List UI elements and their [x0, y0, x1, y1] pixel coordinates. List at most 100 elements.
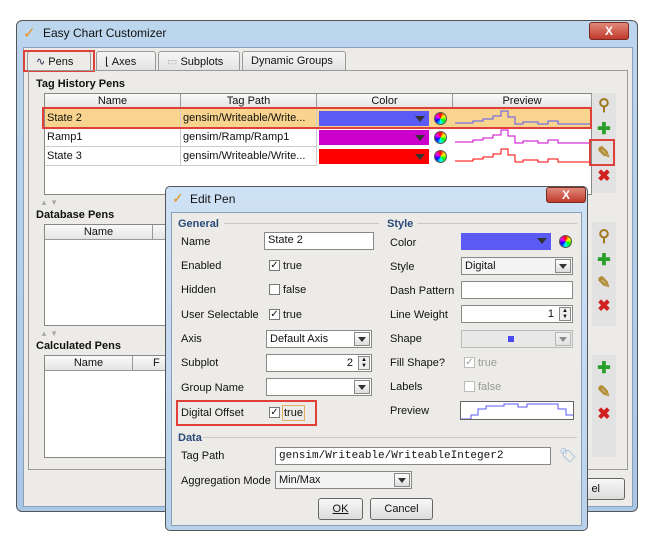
- shape-select[interactable]: [461, 330, 573, 348]
- tag-path-label: Tag Path: [181, 450, 225, 462]
- add-icon[interactable]: ✚: [594, 358, 614, 378]
- axes-icon: ⌊: [105, 56, 112, 68]
- highlight-box: [589, 139, 615, 166]
- axis-label: Axis: [181, 333, 202, 345]
- enabled-value: true: [283, 260, 302, 272]
- subplot-spinner[interactable]: 2 ▲ ▼: [266, 354, 372, 372]
- square-shape-icon: [508, 336, 514, 342]
- ok-button[interactable]: OK: [318, 498, 363, 520]
- add-icon[interactable]: ✚: [594, 250, 614, 270]
- user-selectable-label: User Selectable: [181, 309, 259, 321]
- color-wheel-icon[interactable]: [434, 150, 447, 163]
- add-icon[interactable]: ✚: [594, 119, 614, 139]
- column-header[interactable]: Name: [45, 356, 133, 371]
- calculated-pens-title: Calculated Pens: [36, 340, 121, 352]
- tag-path-input[interactable]: gensim/Writeable/WriteableInteger2: [275, 447, 551, 465]
- preview-line: [455, 148, 590, 163]
- dialog-close-button[interactable]: X: [546, 187, 586, 203]
- aggregation-mode-select[interactable]: Min/Max: [275, 471, 412, 489]
- pen-path: gensim/Writeable/Write...: [181, 147, 317, 166]
- name-label: Name: [181, 236, 211, 248]
- search-icon[interactable]: ⚲: [594, 95, 614, 115]
- tab-axes[interactable]: ⌊ Axes: [96, 51, 156, 71]
- tab-label: Axes: [111, 56, 137, 68]
- subplots-icon: ▭: [167, 56, 181, 68]
- line-weight-spinner[interactable]: 1 ▲ ▼: [461, 305, 573, 323]
- style-label: Style: [390, 261, 415, 273]
- general-section-title: General: [178, 218, 219, 230]
- line-weight-value: 1: [547, 308, 554, 320]
- spinner-arrows-icon[interactable]: ▲ ▼: [358, 356, 370, 370]
- pen-path: gensim/Ramp/Ramp1: [181, 128, 317, 147]
- delete-icon[interactable]: ✖: [594, 166, 614, 186]
- user-selectable-checkbox[interactable]: ✓: [269, 309, 280, 320]
- dialog-cancel-button[interactable]: Cancel: [370, 498, 433, 520]
- delete-icon[interactable]: ✖: [594, 404, 614, 424]
- brush-icon: ✓: [172, 190, 184, 206]
- color-label: Color: [390, 237, 417, 249]
- color-select[interactable]: [461, 233, 551, 250]
- axis-select[interactable]: Default Axis: [266, 330, 372, 348]
- preview-line: [461, 403, 573, 419]
- dialog-title: Edit Pen: [190, 192, 236, 206]
- subplot-label: Subplot: [181, 357, 219, 369]
- tab-label: Dynamic Groups: [251, 55, 333, 67]
- spinner-arrows-icon[interactable]: ▲ ▼: [559, 307, 571, 321]
- hidden-label: Hidden: [181, 284, 216, 296]
- aggregation-mode-label: Aggregation Mode: [181, 475, 271, 487]
- column-header[interactable]: Name: [45, 225, 153, 240]
- highlight-box: [176, 400, 317, 426]
- close-button[interactable]: X: [589, 22, 629, 40]
- axis-value: Default Axis: [270, 333, 329, 345]
- color-select[interactable]: [319, 149, 429, 164]
- fill-shape-value: true: [478, 357, 497, 369]
- splitter-arrows-icon[interactable]: ▲ ▼: [40, 198, 58, 207]
- color-wheel-icon[interactable]: [434, 131, 447, 144]
- labels-value: false: [478, 381, 502, 393]
- splitter-arrows-icon[interactable]: ▲ ▼: [40, 329, 58, 338]
- chevron-down-icon[interactable]: [555, 259, 571, 273]
- style-select[interactable]: Digital: [461, 257, 573, 275]
- data-section-title: Data: [178, 432, 202, 444]
- color-wheel-icon[interactable]: [559, 235, 572, 248]
- database-pens-table[interactable]: Name: [44, 224, 183, 326]
- enabled-checkbox[interactable]: ✓: [269, 260, 280, 271]
- delete-icon[interactable]: ✖: [594, 296, 614, 316]
- labels-checkbox[interactable]: [464, 381, 475, 392]
- chevron-down-icon[interactable]: [354, 380, 370, 394]
- tab-subplots[interactable]: ▭ Subplots: [158, 51, 240, 71]
- tab-label: Subplots: [180, 56, 224, 68]
- preview-label: Preview: [390, 405, 430, 417]
- style-section-title: Style: [387, 218, 414, 230]
- database-pens-title: Database Pens: [36, 209, 115, 221]
- user-selectable-value: true: [283, 309, 302, 321]
- aggregation-value: Min/Max: [279, 474, 321, 486]
- hidden-checkbox[interactable]: [269, 284, 280, 295]
- pen-name: Ramp1: [45, 128, 181, 147]
- name-input[interactable]: State 2: [264, 232, 374, 250]
- search-icon[interactable]: ⚲: [594, 226, 614, 246]
- labels-label: Labels: [390, 381, 423, 393]
- dash-pattern-input[interactable]: [461, 281, 573, 299]
- pen-preview: [460, 401, 574, 420]
- chevron-down-icon[interactable]: [555, 332, 571, 346]
- group-name-label: Group Name: [181, 382, 244, 394]
- fill-shape-checkbox[interactable]: ✓: [464, 357, 475, 368]
- hidden-value: false: [283, 284, 307, 296]
- subplot-value: 2: [346, 357, 353, 369]
- highlight-box: [23, 50, 95, 72]
- edit-icon[interactable]: ✎: [594, 382, 614, 402]
- color-select[interactable]: [319, 130, 429, 145]
- group-name-select[interactable]: [266, 378, 372, 396]
- calculated-pens-table[interactable]: Name F: [44, 355, 175, 458]
- edit-icon[interactable]: ✎: [594, 273, 614, 293]
- highlight-box: [42, 107, 592, 129]
- brush-icon: ✓: [23, 25, 36, 42]
- window-title: Easy Chart Customizer: [43, 26, 167, 40]
- tab-dynamic-groups[interactable]: Dynamic Groups: [242, 51, 346, 71]
- chevron-down-icon[interactable]: [354, 332, 370, 346]
- chevron-down-icon[interactable]: [394, 473, 410, 487]
- fill-shape-label: Fill Shape?: [390, 357, 446, 369]
- tag-browse-icon[interactable]: 🏷: [559, 447, 577, 464]
- style-value: Digital: [465, 260, 496, 272]
